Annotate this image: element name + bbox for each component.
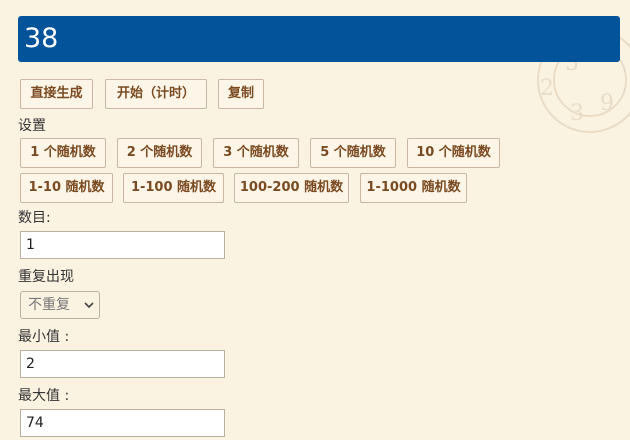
- preset-range-100-200-button[interactable]: 100-200 随机数: [234, 173, 349, 203]
- count-input[interactable]: 1: [20, 231, 225, 259]
- repeat-select[interactable]: 不重复: [20, 291, 100, 319]
- preset-range-1-10-button[interactable]: 1-10 随机数: [20, 173, 113, 203]
- start-timer-button[interactable]: 开始（计时）: [105, 79, 207, 109]
- repeat-label: 重复出现: [18, 269, 74, 285]
- preset-5-random-button[interactable]: 5 个随机数: [310, 138, 396, 168]
- preset-10-random-button[interactable]: 10 个随机数: [407, 138, 500, 168]
- settings-title: 设置: [18, 118, 46, 134]
- copy-button[interactable]: 复制: [218, 79, 264, 109]
- max-label: 最大值 :: [18, 388, 70, 404]
- max-input[interactable]: 74: [20, 409, 225, 437]
- preset-2-random-button[interactable]: 2 个随机数: [117, 138, 202, 168]
- svg-text:3: 3: [570, 101, 584, 126]
- chevron-down-icon: [84, 302, 94, 309]
- preset-3-random-button[interactable]: 3 个随机数: [213, 138, 299, 168]
- result-display: 38: [18, 16, 620, 62]
- generate-button[interactable]: 直接生成: [20, 79, 93, 109]
- preset-range-1-1000-button[interactable]: 1-1000 随机数: [360, 173, 467, 203]
- count-label: 数目:: [18, 210, 51, 226]
- svg-text:2: 2: [540, 76, 554, 101]
- preset-range-1-100-button[interactable]: 1-100 随机数: [123, 173, 224, 203]
- svg-text:9: 9: [600, 91, 614, 116]
- min-label: 最小值 :: [18, 329, 70, 345]
- preset-1-random-button[interactable]: 1 个随机数: [20, 138, 106, 168]
- min-input[interactable]: 2: [20, 350, 225, 378]
- repeat-select-value: 不重复: [28, 297, 70, 313]
